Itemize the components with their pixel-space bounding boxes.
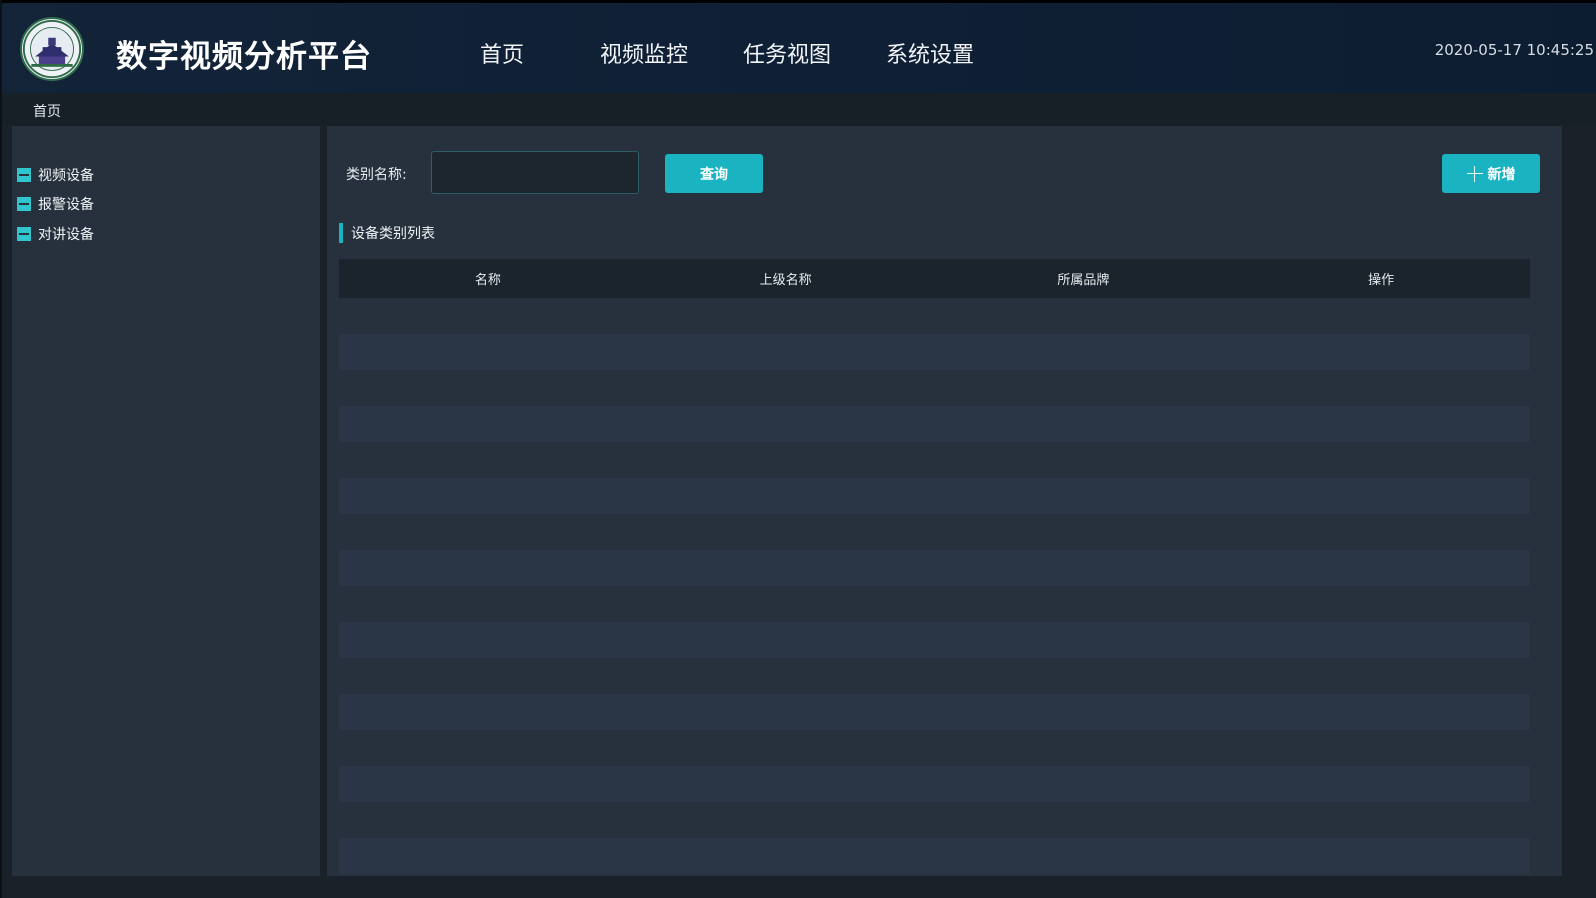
tree-item-video-devices[interactable]: 视频设备 [17, 165, 94, 185]
nav-item-video-monitoring[interactable]: 视频监控 [600, 37, 688, 69]
table-row [339, 694, 1530, 730]
window-left-edge [0, 0, 2, 898]
datetime-display: 2020-05-17 10:45:25 [1434, 41, 1594, 59]
tree-item-label: 视频设备 [38, 168, 94, 184]
add-button[interactable]: 新增 [1442, 154, 1540, 193]
table-row [339, 766, 1530, 802]
table-row [339, 622, 1530, 658]
query-button[interactable]: 查询 [665, 154, 763, 193]
table-row [339, 334, 1530, 370]
device-category-table: 名称 上级名称 所属品牌 操作 [339, 259, 1530, 874]
table-row [339, 586, 1530, 622]
table-row [339, 550, 1530, 586]
table-row [339, 838, 1530, 874]
tree-item-intercom-devices[interactable]: 对讲设备 [17, 224, 94, 244]
category-name-input[interactable] [431, 151, 639, 194]
column-header-parent-name[interactable]: 上级名称 [637, 269, 935, 288]
device-category-tree: 视频设备 报警设备 对讲设备 [12, 126, 320, 876]
table-header: 名称 上级名称 所属品牌 操作 [339, 259, 1530, 298]
main-nav: 首页 视频监控 任务视图 系统设置 [2, 37, 1002, 69]
table-row [339, 802, 1530, 838]
collapse-box-icon[interactable] [17, 197, 31, 211]
nav-item-system-settings[interactable]: 系统设置 [886, 37, 974, 69]
table-row [339, 730, 1530, 766]
collapse-box-icon[interactable] [17, 227, 31, 241]
section-title: 设备类别列表 [339, 223, 435, 243]
nav-item-task-view[interactable]: 任务视图 [743, 37, 831, 69]
table-row [339, 514, 1530, 550]
table-row [339, 406, 1530, 442]
breadcrumb: 首页 [2, 93, 1596, 125]
table-body [339, 298, 1530, 874]
tree-item-label: 报警设备 [38, 197, 94, 213]
column-header-name[interactable]: 名称 [339, 269, 637, 288]
column-header-actions: 操作 [1368, 273, 1395, 288]
tree-item-alarm-devices[interactable]: 报警设备 [17, 194, 94, 214]
breadcrumb-home-link[interactable]: 首页 [33, 101, 61, 121]
add-button-label: 新增 [1487, 166, 1516, 183]
table-row [339, 298, 1530, 334]
app-header: 数字视频分析平台 首页 视频监控 任务视图 系统设置 2020-05-17 10… [2, 3, 1596, 93]
nav-item-home[interactable]: 首页 [480, 37, 524, 69]
section-title-text: 设备类别列表 [351, 226, 435, 242]
section-accent-bar [339, 223, 343, 243]
category-name-label: 类别名称: [346, 167, 407, 183]
column-header-brand[interactable]: 所属品牌 [935, 269, 1233, 288]
table-row [339, 658, 1530, 694]
collapse-box-icon[interactable] [17, 168, 31, 182]
table-row [339, 442, 1530, 478]
table-row [339, 478, 1530, 514]
main-panel: 类别名称: 查询 新增 设备类别列表 名称 上级名称 所属品牌 操作 [327, 126, 1562, 876]
tree-item-label: 对讲设备 [38, 227, 94, 243]
table-row [339, 370, 1530, 406]
plus-icon [1466, 165, 1483, 182]
